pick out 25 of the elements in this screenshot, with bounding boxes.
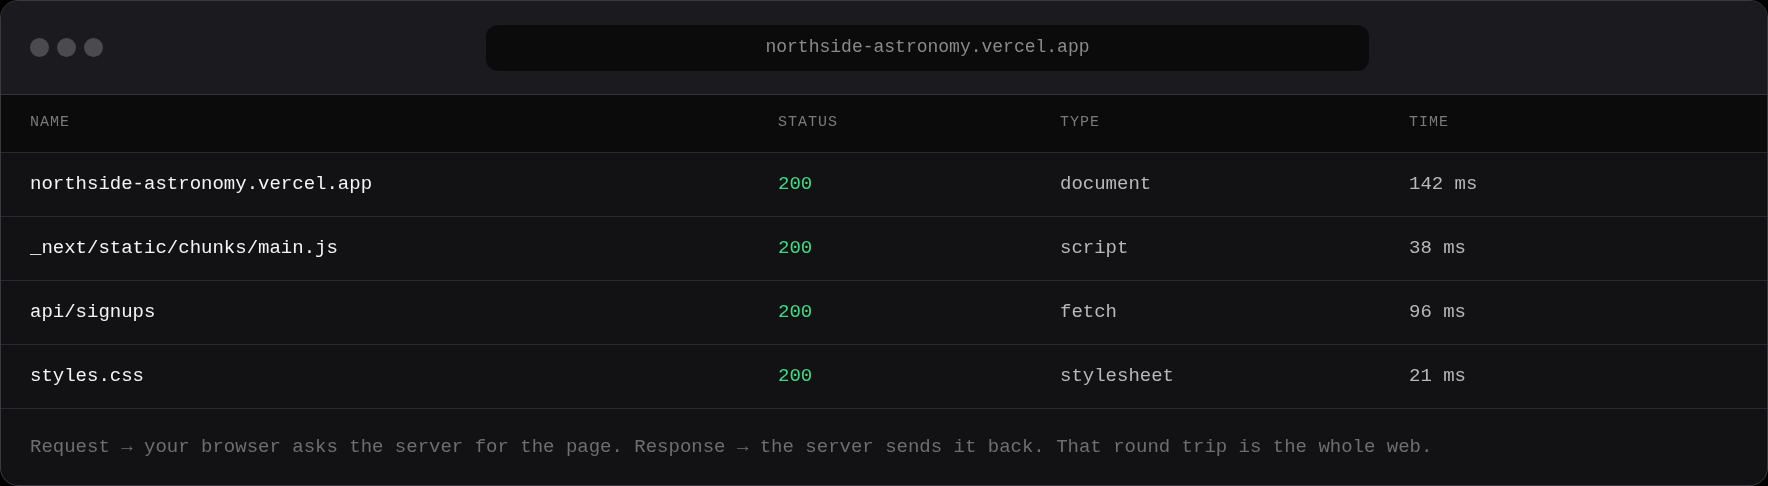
status-code: 200 xyxy=(778,364,814,390)
table-cell-text: styles.css xyxy=(30,364,146,390)
column-header: STATUS xyxy=(778,113,839,134)
footer-note: Request → your browser asks the server for the page. Response → the server sends it back. That round trip is the whole web. xyxy=(30,434,1433,460)
column-header: TYPE xyxy=(1060,113,1101,134)
status-code: 200 xyxy=(778,236,814,262)
column-header: NAME xyxy=(30,113,71,134)
table-cell-text: 21 ms xyxy=(1409,364,1467,390)
address-bar[interactable]: northside-astronomy.vercel.app xyxy=(486,24,1369,71)
table-cell-text: document xyxy=(1060,172,1153,198)
table-cell-text: 38 ms xyxy=(1409,236,1467,262)
window-control-dot[interactable] xyxy=(30,38,49,57)
window-control-dot[interactable] xyxy=(57,38,76,57)
table-cell-text: fetch xyxy=(1060,300,1118,326)
table-cell-text: api/signups xyxy=(30,300,157,326)
table-cell-text: northside-astronomy.vercel.app xyxy=(30,172,374,198)
status-code: 200 xyxy=(778,300,814,326)
column-header: TIME xyxy=(1409,113,1450,134)
table-cell-text: script xyxy=(1060,236,1130,262)
window-control-dot[interactable] xyxy=(84,38,103,57)
table-cell-text: 96 ms xyxy=(1409,300,1467,326)
table-cell-text: 142 ms xyxy=(1409,172,1479,198)
table-cell-text: stylesheet xyxy=(1060,364,1176,390)
table-cell-text: _next/static/chunks/main.js xyxy=(30,236,339,262)
status-code: 200 xyxy=(778,172,814,198)
